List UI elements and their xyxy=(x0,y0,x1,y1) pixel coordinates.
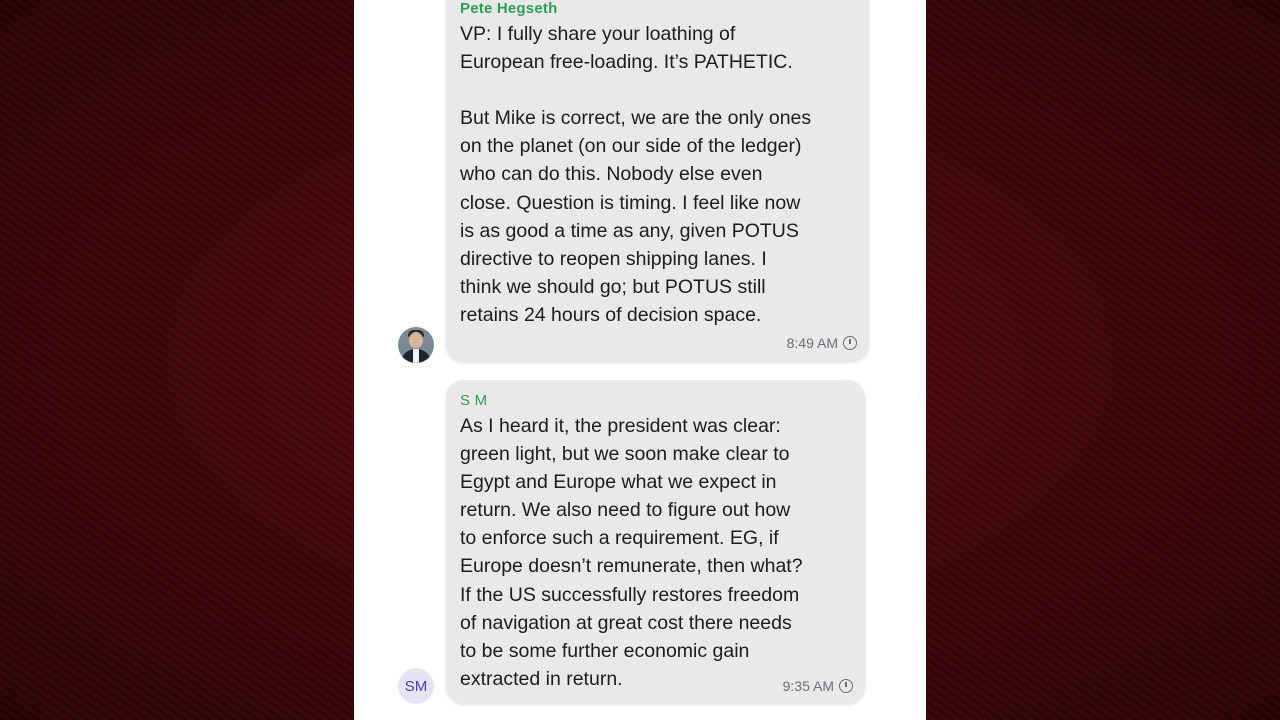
chat-panel[interactable]: Pete Hegseth VP: I fully share your loat… xyxy=(354,0,926,720)
message-text: VP: I fully share your loathing of Europ… xyxy=(460,23,812,326)
message-bubble[interactable]: Pete Hegseth VP: I fully share your loat… xyxy=(446,0,869,362)
background-right xyxy=(926,0,1280,720)
timestamp-label: 8:49 AM xyxy=(786,335,838,351)
message-timestamp: 8:49 AM xyxy=(787,335,857,351)
clock-icon xyxy=(843,336,857,350)
message-timestamp: 9:35 AM xyxy=(783,678,853,694)
avatar[interactable] xyxy=(398,327,434,363)
message-text: As I heard it, the president was clear: … xyxy=(460,415,803,690)
timestamp-label: 9:35 AM xyxy=(782,678,834,694)
clock-icon xyxy=(839,679,853,693)
avatar[interactable]: SM xyxy=(398,668,434,704)
background-left xyxy=(0,0,354,720)
message-bubble[interactable]: S M As I heard it, the president was cle… xyxy=(446,380,865,704)
sender-name: S M xyxy=(460,392,488,409)
avatar-head xyxy=(409,332,423,348)
avatar-shirt xyxy=(413,349,419,363)
sender-name: Pete Hegseth xyxy=(460,0,558,17)
